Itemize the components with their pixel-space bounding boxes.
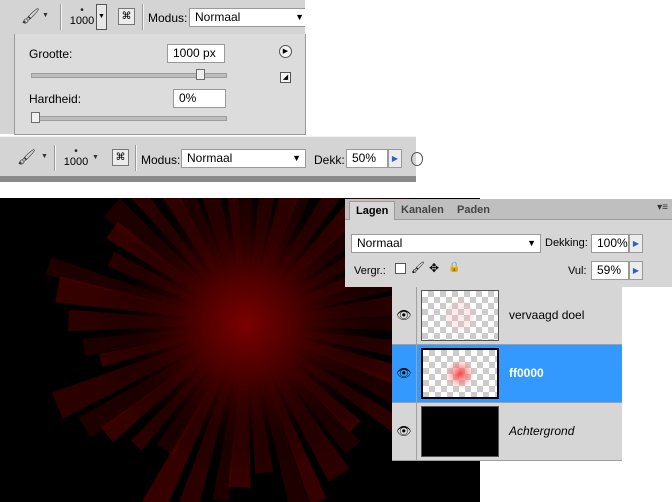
dropdown-arrow-icon: ▼ <box>41 153 48 160</box>
brush-panel-toggle-button[interactable]: ⌘ <box>118 8 135 25</box>
eye-icon[interactable]: 👁 <box>392 403 417 460</box>
layer-name: vervaagd doel <box>509 308 585 322</box>
eye-icon[interactable]: 👁 <box>392 287 417 344</box>
brush-size-preview[interactable]: • 1000 <box>62 147 90 168</box>
blend-mode-select[interactable]: Normaal ▼ <box>351 234 541 253</box>
red-dot-preview <box>445 359 475 389</box>
opacity-flyout-button[interactable]: ▶ <box>388 149 402 168</box>
play-icon: ▶ <box>632 239 640 248</box>
chevron-down-icon: ▼ <box>295 12 304 22</box>
chevron-down-icon: ▼ <box>292 153 301 163</box>
mode-select[interactable]: Normaal ▼ <box>181 149 306 168</box>
brush-panel-toggle-button[interactable]: ⌘ <box>112 149 129 166</box>
hardness-value: 0% <box>179 91 197 105</box>
airbrush-toggle[interactable] <box>411 152 423 166</box>
separator <box>54 145 56 171</box>
play-icon: ▶ <box>632 266 640 275</box>
fill-input[interactable]: 59% <box>591 261 629 280</box>
options-bar-top: 🖌 ▼ • 1000 ▼ ⌘ Modus: Normaal ▼ <box>0 0 305 35</box>
brush-icon: 🖌 <box>17 149 37 166</box>
brush-icon: 🖌 <box>21 8 41 25</box>
popup-menu-button[interactable]: ▶ <box>279 45 292 58</box>
dropdown-arrow-icon: ▼ <box>42 12 49 19</box>
brush-picker-button[interactable]: ▼ <box>96 4 107 30</box>
play-icon: ▶ <box>391 154 399 163</box>
lock-label: Vergr.: <box>354 265 386 277</box>
brush-size-label: 1000 <box>69 15 95 27</box>
tool-preset-picker[interactable]: 🖌 ▼ <box>18 5 58 29</box>
layer-thumbnail <box>421 290 499 341</box>
brush-panel-icon: ⌘ <box>115 152 126 163</box>
layer-opacity-value: 100% <box>597 236 628 250</box>
layer-name: ff0000 <box>509 366 544 380</box>
layer-opacity-flyout[interactable]: ▶ <box>629 234 643 253</box>
separator <box>142 4 144 30</box>
opacity-value: 50% <box>352 151 377 165</box>
toolbar-shadow <box>0 176 416 182</box>
panel-menu-icon[interactable]: ▾≡ <box>657 202 668 213</box>
lock-transparency-icon[interactable] <box>395 263 406 274</box>
new-preset-button[interactable]: ◢ <box>280 72 291 83</box>
blend-mode-value: Normaal <box>357 236 403 250</box>
layer-row-selected[interactable]: 👁 ff0000 <box>392 345 622 403</box>
brush-size-label: 1000 <box>63 156 89 168</box>
layer-opacity-input[interactable]: 100% <box>591 234 629 253</box>
layer-name: Achtergrond <box>509 424 575 438</box>
layer-thumbnail <box>421 348 499 399</box>
hardness-label: Hardheid: <box>29 92 82 106</box>
size-label: Grootte: <box>29 47 73 61</box>
opacity-input[interactable]: 50% <box>346 149 388 168</box>
layer-row[interactable]: 👁 Achtergrond <box>392 403 622 461</box>
layer-thumbnail <box>421 406 499 457</box>
brush-preset-popup: Grootte: 1000 px ▶ ◢ Hardheid: 0% <box>14 34 306 135</box>
play-icon: ▶ <box>282 48 289 55</box>
separator <box>60 4 62 30</box>
hardness-slider-handle[interactable] <box>31 112 40 123</box>
size-slider-handle[interactable] <box>195 69 205 80</box>
lock-all-icon[interactable]: 🔒 <box>448 262 460 273</box>
dropdown-arrow-icon: ▼ <box>98 13 105 20</box>
lock-pixels-icon[interactable]: 🖌 <box>411 261 425 274</box>
fill-flyout[interactable]: ▶ <box>629 261 643 280</box>
fill-label: Vul: <box>568 265 587 277</box>
fill-value: 59% <box>597 263 622 277</box>
hardness-slider[interactable] <box>31 116 227 121</box>
tab-paden[interactable]: Paden <box>451 201 496 219</box>
panel-tabs: Lagen Kanalen Paden ▾≡ <box>345 199 672 220</box>
dropdown-arrow-icon[interactable]: ▼ <box>92 154 99 161</box>
size-input[interactable]: 1000 px <box>167 44 225 63</box>
tool-preset-picker[interactable]: 🖌 ▼ <box>14 146 54 170</box>
eye-icon[interactable]: 👁 <box>392 345 417 402</box>
tab-lagen[interactable]: Lagen <box>349 201 396 220</box>
mode-select[interactable]: Normaal ▼ <box>189 8 305 27</box>
popup-frame <box>0 34 14 134</box>
new-preset-icon: ◢ <box>282 74 289 81</box>
layer-row[interactable]: 👁 vervaagd doel <box>392 287 622 345</box>
opacity-label: Dekk: <box>314 153 345 167</box>
mode-label: Modus: <box>141 153 181 167</box>
mode-label: Modus: <box>148 11 188 25</box>
mode-value: Normaal <box>195 10 241 24</box>
faint-rays-preview <box>446 301 474 329</box>
brush-size-preview[interactable]: • 1000 <box>68 6 96 27</box>
layer-opacity-label: Dekking: <box>545 237 588 249</box>
mode-value: Normaal <box>187 151 233 165</box>
separator <box>135 145 137 171</box>
options-bar-bottom: 🖌 ▼ • 1000 ▼ ⌘ Modus: Normaal ▼ Dekk: 50… <box>0 136 423 181</box>
brush-panel-icon: ⌘ <box>121 11 132 22</box>
tab-kanalen[interactable]: Kanalen <box>395 201 450 219</box>
chevron-down-icon: ▼ <box>527 238 536 248</box>
lock-position-icon[interactable]: ✥ <box>429 261 439 275</box>
layers-panel: Lagen Kanalen Paden ▾≡ Normaal ▼ Dekking… <box>345 199 672 287</box>
size-value: 1000 px <box>173 46 216 60</box>
hardness-input[interactable]: 0% <box>173 89 226 108</box>
